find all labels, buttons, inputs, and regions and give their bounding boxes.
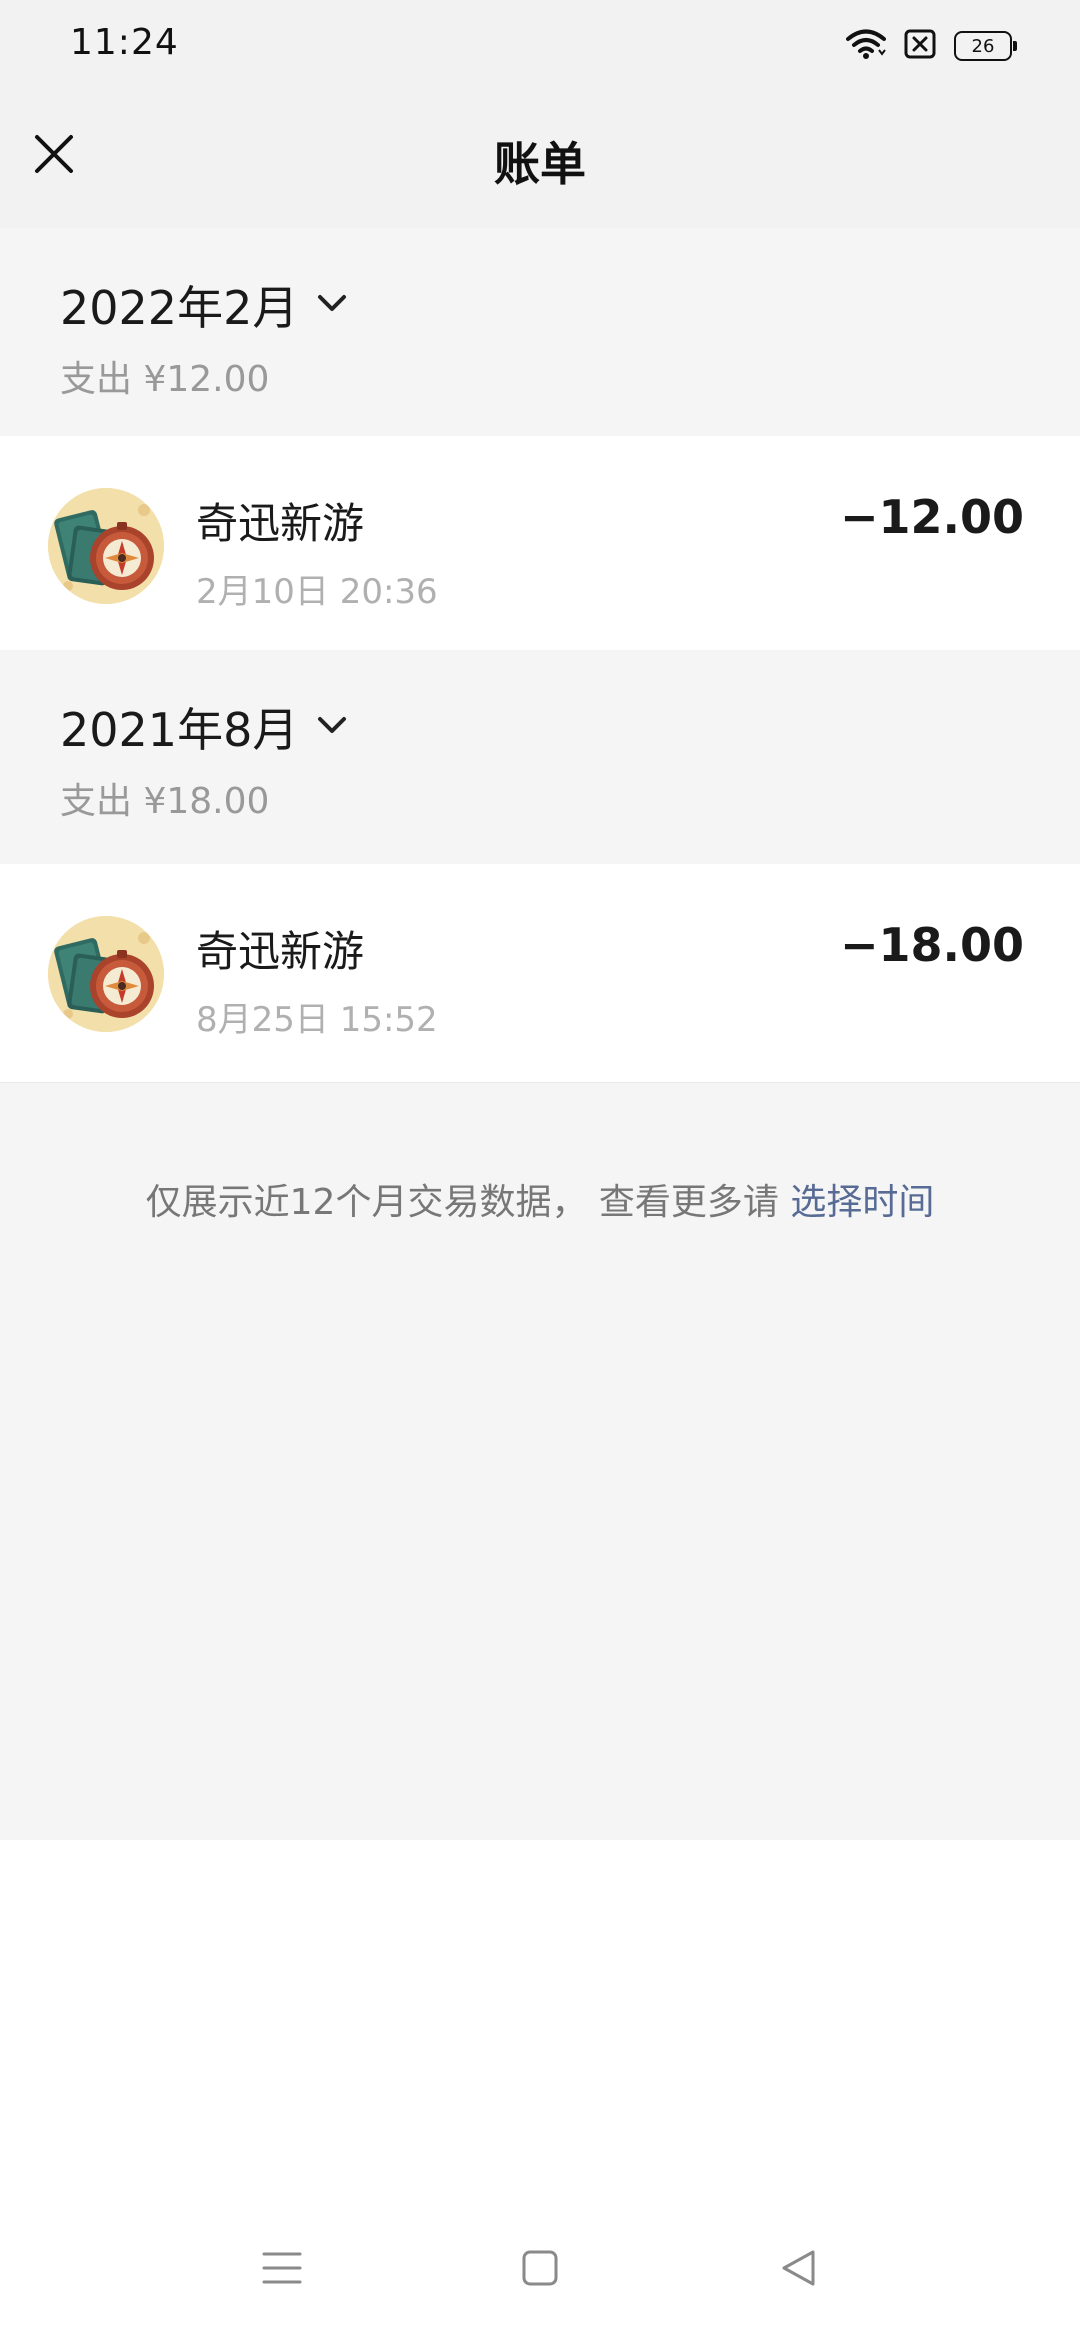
footer-notice: 仅展示近12个月交易数据， 查看更多请 选择时间 [0,1083,1080,1283]
battery-icon: 26 [954,31,1017,61]
system-nav-bar [0,2200,1080,2340]
transaction-time: 2月10日 20:36 [196,572,438,612]
game-compass-icon: ? [48,916,164,1032]
month-label: 2021年8月 [60,703,299,757]
game-compass-icon: ? [48,488,164,604]
status-icons: 26 [846,28,1017,64]
month-header: 2021年8月 支出 ¥18.00 [0,650,1080,864]
select-time-link[interactable]: 选择时间 [790,1182,934,1223]
menu-button[interactable] [246,2234,318,2306]
menu-icon [261,2250,303,2290]
month-expense-summary: 支出 ¥18.00 [60,781,270,822]
sim-off-icon [904,29,936,63]
back-icon [779,2248,817,2292]
bill-list: 2022年2月 支出 ¥12.00 ? [0,228,1080,1840]
page-title: 账单 [494,137,586,191]
month-picker[interactable]: 2021年8月 [60,694,348,760]
notice-text: 仅展示近12个月交易数据， 查看更多请 选择时间 [0,1173,1080,1225]
month-header: 2022年2月 支出 ¥12.00 [0,228,1080,436]
home-button[interactable] [504,2234,576,2306]
transaction-row[interactable]: ? 奇迅新游 2月10日 20:36 −12.00 [0,436,1080,650]
wifi-icon [846,28,886,64]
transaction-row[interactable]: ? 奇迅新游 8月25日 15:52 −18.00 [0,864,1080,1083]
home-icon [521,2249,559,2291]
merchant-name: 奇迅新游 [196,499,365,548]
month-picker[interactable]: 2022年2月 [60,272,348,338]
back-button[interactable] [762,2234,834,2306]
month-expense-summary: 支出 ¥12.00 [60,359,270,400]
battery-level: 26 [971,35,995,57]
month-label: 2022年2月 [60,281,299,335]
status-bar: 11:24 26 [0,0,1080,96]
transaction-time: 8月25日 15:52 [196,1000,438,1040]
transaction-amount: −18.00 [839,918,1024,972]
chevron-down-icon [316,292,348,318]
merchant-name: 奇迅新游 [196,927,365,976]
chevron-down-icon [316,714,348,740]
status-time: 11:24 [70,22,179,63]
transaction-amount: −12.00 [839,490,1024,544]
notice-message: 仅展示近12个月交易数据， 查看更多请 [145,1182,791,1223]
title-bar: 账单 [0,96,1080,228]
